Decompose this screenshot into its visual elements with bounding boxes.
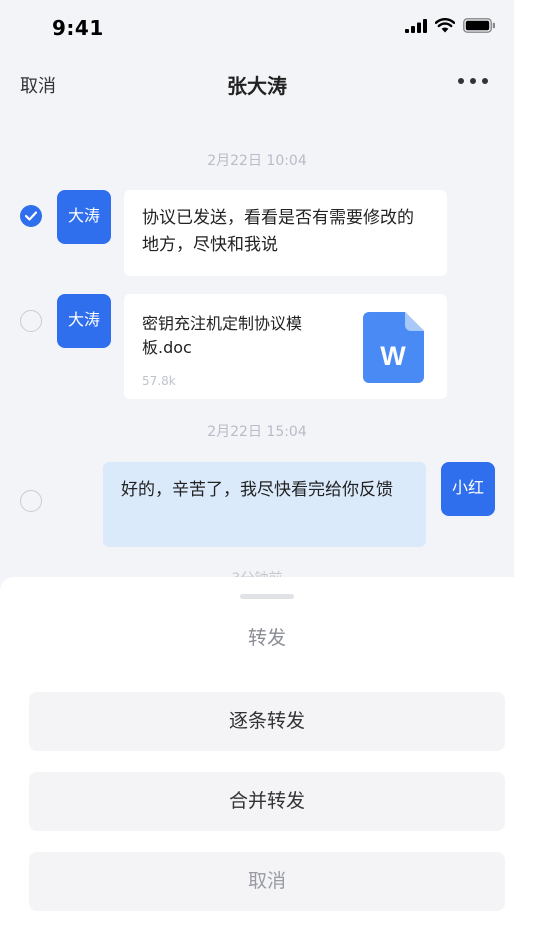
cellular-signal-icon bbox=[405, 18, 427, 33]
sheet-drag-handle[interactable] bbox=[240, 594, 294, 599]
message-select-checkbox[interactable] bbox=[20, 205, 42, 227]
wifi-icon bbox=[435, 18, 455, 33]
status-time: 9:41 bbox=[52, 16, 104, 40]
battery-icon bbox=[463, 18, 495, 33]
message-select-checkbox[interactable] bbox=[20, 490, 42, 512]
message-timestamp: 2月22日 15:04 bbox=[207, 424, 307, 440]
avatar[interactable]: 大涛 bbox=[57, 190, 111, 244]
message-select-checkbox[interactable] bbox=[20, 310, 42, 332]
sheet-cancel-button[interactable]: 取消 bbox=[29, 852, 505, 911]
message-timestamp: 2月22日 10:04 bbox=[207, 153, 307, 169]
status-bar: 9:41 bbox=[0, 0, 514, 56]
message-text: 协议已发送，看看是否有需要修改的地方，尽快和我说 bbox=[142, 208, 414, 255]
merge-forward-button[interactable]: 合并转发 bbox=[29, 772, 505, 831]
message-bubble[interactable]: 协议已发送，看看是否有需要修改的地方，尽快和我说 bbox=[124, 190, 447, 276]
word-document-icon: W bbox=[363, 312, 424, 383]
more-options-icon[interactable] bbox=[458, 78, 488, 84]
forward-one-by-one-button[interactable]: 逐条转发 bbox=[29, 692, 505, 751]
message-text: 好的，辛苦了，我尽快看完给你反馈 bbox=[121, 480, 393, 500]
message-bubble[interactable]: 好的，辛苦了，我尽快看完给你反馈 bbox=[103, 462, 426, 547]
file-icon-letter: W bbox=[380, 341, 406, 371]
sheet-title: 转发 bbox=[247, 627, 286, 649]
conversation-title: 张大涛 bbox=[227, 74, 287, 98]
forward-action-sheet: 转发 逐条转发 合并转发 取消 bbox=[0, 577, 534, 950]
file-name: 密钥充注机定制协议模板.doc bbox=[142, 314, 303, 357]
avatar[interactable]: 小红 bbox=[441, 462, 495, 516]
file-size: 57.8k bbox=[142, 374, 176, 388]
status-icons bbox=[405, 18, 496, 33]
avatar[interactable]: 大涛 bbox=[57, 294, 111, 348]
checkmark-icon bbox=[25, 211, 37, 221]
file-message-bubble[interactable]: 密钥充注机定制协议模板.doc 57.8k W bbox=[124, 294, 447, 399]
